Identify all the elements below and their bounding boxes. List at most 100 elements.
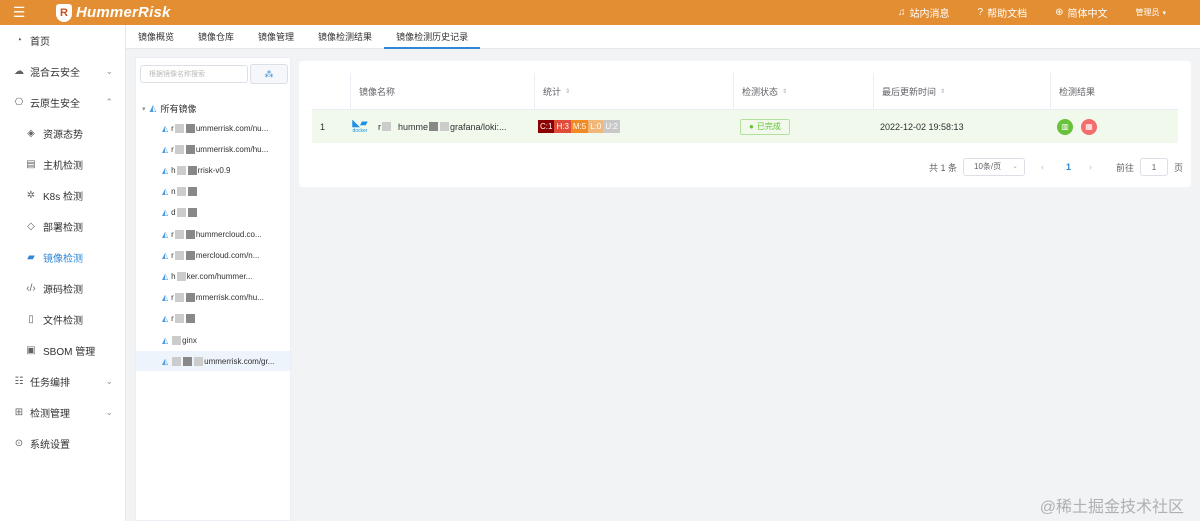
menu-toggle-icon[interactable]: ☰	[0, 0, 38, 25]
tab-image-results[interactable]: 镜像检测结果	[306, 24, 384, 48]
logo[interactable]: R HummerRisk	[56, 3, 171, 22]
table-row[interactable]: 1 ◣▰ docker r humme grafana/loki:... C:1…	[312, 110, 1178, 143]
tree-node[interactable]: ◭ d	[136, 203, 290, 223]
sidebar-item-system-settings[interactable]: ⊙ 系统设置	[0, 428, 125, 459]
tree-node[interactable]: ◭ r mmerrisk.com/hu...	[136, 288, 290, 308]
home-icon: ◔	[15, 35, 23, 46]
sidebar-item-detection-management[interactable]: ⊞ 检测管理 ⌄	[0, 397, 125, 428]
sidebar-item-file-detection[interactable]: ▯ 文件检测	[0, 304, 125, 335]
tree-node[interactable]: ◭ ummerrisk.com/gr...	[136, 351, 290, 372]
sidebar-item-k8s-detection[interactable]: ✲ K8s 检测	[0, 180, 125, 211]
row-index: 1	[320, 121, 326, 132]
redacted-block	[185, 144, 195, 154]
redacted-block	[174, 250, 184, 260]
docker-icon: ◭	[162, 144, 169, 154]
sidebar-item-resource-posture[interactable]: ◈ 资源态势	[0, 118, 125, 149]
prev-page-button[interactable]: ‹	[1041, 156, 1044, 178]
sidebar-item-task-orchestration[interactable]: ☷ 任务编排 ⌄	[0, 366, 125, 397]
stat-critical: C:1	[538, 120, 555, 133]
messages-link[interactable]: ♫ 站内消息	[898, 5, 950, 20]
cloud-icon: ☁	[14, 66, 24, 77]
result-actions-cell: ▥ ▦	[1049, 110, 1105, 143]
stats-cell: C:1 H:3 M:5 L:0 U:2	[530, 110, 620, 143]
delete-button[interactable]: ▦	[1081, 118, 1097, 135]
history-table-card: 镜像名称 统计 ⇕ 检测状态 ⇕ 最后更新时间 ⇕ 检测结果 1 ◣▰ dock…	[299, 61, 1191, 187]
tree-search-input[interactable]: 根据镜像名称搜索	[140, 65, 248, 83]
table-header: 镜像名称 统计 ⇕ 检测状态 ⇕ 最后更新时间 ⇕ 检测结果	[312, 73, 1178, 110]
user-menu[interactable]: 管理员 ▾	[1135, 7, 1166, 18]
redacted-block	[176, 165, 186, 175]
tab-bar: 镜像概览 镜像仓库 镜像管理 镜像检测结果 镜像检测历史记录	[126, 25, 1200, 49]
tree-node[interactable]: ◭ r ummerrisk.com/nu...	[136, 118, 290, 138]
code-icon: ‹/›	[26, 283, 36, 294]
stat-low: L:0	[588, 120, 604, 133]
column-status[interactable]: 检测状态 ⇕	[733, 73, 787, 110]
sidebar-item-home[interactable]: ◔ 首页	[0, 25, 125, 56]
sort-icon[interactable]: ⇕	[565, 88, 570, 95]
next-page-button[interactable]: ›	[1089, 156, 1092, 178]
tree-node[interactable]: ◭ r	[136, 309, 290, 329]
docker-icon: ◭	[162, 314, 169, 324]
watermark: @稀土掘金技术社区	[1039, 499, 1184, 516]
page-number-current[interactable]: 1	[1066, 156, 1071, 178]
view-chart-button[interactable]: ▥	[1057, 118, 1073, 135]
redacted-block	[382, 122, 391, 131]
column-statistics[interactable]: 统计 ⇕	[534, 73, 570, 110]
top-bar: ☰ R HummerRisk ♫ 站内消息 ? 帮助文档 ⊕ 简体中文 管理员 …	[0, 0, 1200, 25]
pagination: 共 1 条 10条/页 ⌄ ‹ 1 › 前往 1 页	[299, 156, 1191, 178]
help-docs-link[interactable]: ? 帮助文档	[978, 5, 1028, 20]
tree-node[interactable]: ◭ ginx	[136, 330, 290, 350]
goto-page: 前往 1 页	[1116, 156, 1183, 178]
tree-node[interactable]: ◭ h ker.com/hummer...	[136, 266, 290, 286]
tab-image-repository[interactable]: 镜像仓库	[186, 24, 246, 48]
page-size-select[interactable]: 10条/页 ⌄	[963, 158, 1025, 176]
chevron-down-icon: ⌄	[105, 376, 113, 386]
list-icon: ☷	[14, 376, 24, 387]
redacted-block	[183, 356, 193, 366]
redacted-block	[185, 250, 195, 260]
redacted-block	[172, 356, 182, 366]
sidebar-item-cloud-native[interactable]: ⎔ 云原生安全 ⌃	[0, 87, 125, 118]
tab-image-history[interactable]: 镜像检测历史记录	[384, 24, 481, 49]
sidebar-item-hybrid-cloud[interactable]: ☁ 混合云安全 ⌄	[0, 56, 125, 87]
trash-icon: ▦	[1085, 122, 1093, 131]
docker-icon: ◭	[162, 187, 169, 197]
sidebar-item-code-detection[interactable]: ‹/› 源码检测	[0, 273, 125, 304]
tab-image-overview[interactable]: 镜像概览	[126, 24, 186, 48]
redacted-block	[176, 271, 186, 281]
docker-icon: ◭	[162, 123, 169, 133]
file-icon: ▯	[28, 314, 34, 325]
goto-page-input[interactable]: 1	[1140, 158, 1169, 176]
sidebar-item-host-detection[interactable]: ▤ 主机检测	[0, 149, 125, 180]
sort-icon[interactable]: ⇕	[940, 88, 945, 95]
sidebar-item-deploy-detection[interactable]: ◇ 部署检测	[0, 211, 125, 242]
tree-filter-button[interactable]: ⁂	[250, 64, 288, 84]
bell-icon: ♫	[898, 7, 906, 18]
bar-chart-icon: ▥	[1061, 122, 1069, 131]
language-switcher[interactable]: ⊕ 简体中文	[1055, 5, 1107, 20]
tree-node[interactable]: ◭ r ummerrisk.com/hu...	[136, 139, 290, 159]
chevron-down-icon: ⌄	[105, 407, 113, 417]
sort-icon[interactable]: ⇕	[782, 88, 787, 95]
docker-icon: ◭	[162, 356, 169, 366]
redacted-block	[174, 123, 184, 133]
tree-node[interactable]: ◭ h rrisk-v0.9	[136, 160, 290, 180]
tree-node[interactable]: ◭ r hummercloud.co...	[136, 224, 290, 244]
stat-medium: M:5	[570, 120, 589, 133]
tree-node[interactable]: ◭ n	[136, 182, 290, 202]
tree-node[interactable]: ◭ r mercloud.com/n...	[136, 245, 290, 265]
column-updated-time[interactable]: 最后更新时间 ⇕	[873, 73, 945, 110]
sidebar-item-sbom[interactable]: ▣ SBOM 管理	[0, 335, 125, 366]
redacted-block	[187, 165, 197, 175]
status-badge: ● 已完成	[740, 118, 790, 135]
logo-text: HummerRisk	[76, 4, 171, 21]
sidebar-item-image-detection[interactable]: ▰ 镜像检测	[0, 242, 125, 273]
tab-image-management[interactable]: 镜像管理	[246, 24, 306, 48]
docker-icon: ◭	[149, 103, 157, 113]
redacted-block	[174, 229, 184, 239]
globe-icon: ⊕	[1055, 7, 1064, 18]
tree-root-node[interactable]: ▾ ◭ 所有镜像	[142, 102, 196, 115]
cloud-native-icon: ⎔	[14, 97, 24, 108]
updated-time-cell: 2022-12-02 19:58:13	[880, 121, 964, 132]
chevron-up-icon: ⌃	[105, 97, 113, 107]
